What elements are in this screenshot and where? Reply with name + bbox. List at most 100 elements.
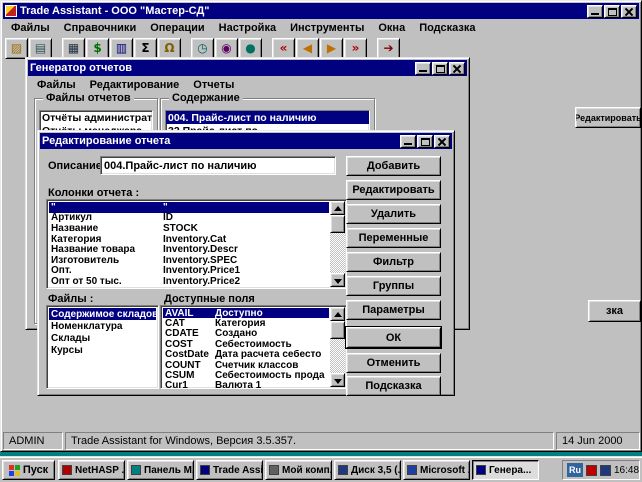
dialog-close-button[interactable]	[434, 135, 450, 148]
report-columns-list: " " Артикул ID Название STOCK Категория …	[46, 199, 347, 289]
Артикул[interactable]: Артикул ID	[49, 213, 329, 224]
side-button[interactable]: Редактировать	[346, 180, 441, 200]
help-button[interactable]: Подсказка	[346, 376, 441, 396]
tray-icon-blue[interactable]	[600, 465, 611, 476]
menu-item[interactable]: Окна	[371, 21, 412, 36]
generator-maximize-button[interactable]	[432, 62, 448, 75]
close-icon	[622, 6, 636, 17]
task-button[interactable]: Панель М...	[127, 460, 194, 480]
toolbar-icon: Ω	[164, 42, 174, 54]
menu-item[interactable]: Файлы	[30, 78, 83, 93]
scroll-thumb[interactable]	[330, 215, 345, 233]
list-item[interactable]: Отчёты администратора	[40, 111, 152, 124]
CostDate[interactable]: CostDate Дата расчета себесто	[163, 350, 329, 360]
sum-icon[interactable]: Σ	[134, 38, 157, 59]
menu-item[interactable]: Справочники	[57, 21, 144, 36]
task-button[interactable]: Мой комп...	[265, 460, 332, 480]
"[interactable]: " "	[49, 202, 329, 213]
CAT[interactable]: CAT Категория	[163, 318, 329, 328]
menu-item[interactable]: Инструменты	[283, 21, 371, 36]
nav-next-icon[interactable]: ▶	[320, 38, 343, 59]
Название товара[interactable]: Название товара Inventory.Descr	[49, 244, 329, 255]
Опт.[interactable]: Опт. Inventory.Price1	[49, 266, 329, 277]
task-button[interactable]: Диск 3,5 (...	[334, 460, 401, 480]
Категория[interactable]: Категория Inventory.Cat	[49, 234, 329, 245]
side-button[interactable]: Удалить	[346, 204, 441, 224]
help-button-partial[interactable]: зка	[588, 300, 641, 322]
calculator-icon[interactable]: ▦	[62, 38, 85, 59]
menu-item[interactable]: Операции	[143, 21, 211, 36]
ok-button[interactable]: ОК	[346, 327, 441, 348]
cancel-button[interactable]: Отменить	[346, 353, 441, 373]
task-button[interactable]: NetHASP ...	[58, 460, 125, 480]
toolbar-icon: «	[280, 42, 288, 54]
nav-last-icon[interactable]: »	[344, 38, 367, 59]
scroll-up-button[interactable]	[330, 201, 345, 215]
list-item[interactable]: Склады	[49, 332, 156, 344]
Название[interactable]: Название STOCK	[49, 223, 329, 234]
edit-report-button[interactable]: Редактировать	[575, 107, 641, 128]
task-icon	[131, 465, 141, 475]
CSUM[interactable]: CSUM Себестоимость прода	[163, 370, 329, 380]
task-button[interactable]: Trade Assi...	[196, 460, 263, 480]
list-item[interactable]: 004. Прайс-лист по наличию	[166, 111, 369, 124]
task-icon	[62, 465, 72, 475]
start-label: Пуск	[23, 464, 48, 476]
app-minimize-button[interactable]	[587, 5, 603, 18]
side-button[interactable]: Добавить	[346, 156, 441, 176]
available-fields-label: Доступные поля	[164, 293, 255, 305]
print-icon[interactable]: ▤	[29, 38, 52, 59]
files-label: Файлы :	[48, 293, 93, 305]
open-folder-icon[interactable]: ▨	[5, 38, 28, 59]
scroll-down-button[interactable]	[330, 373, 345, 387]
side-button[interactable]: Переменные	[346, 228, 441, 248]
nav-first-icon[interactable]: «	[272, 38, 295, 59]
scroll-up-button[interactable]	[330, 307, 345, 321]
COST[interactable]: COST Себестоимость	[163, 339, 329, 349]
nav-prev-icon[interactable]: ◀	[296, 38, 319, 59]
app-icon	[5, 5, 17, 17]
task-button[interactable]: Генера...	[472, 460, 539, 480]
menu-item[interactable]: Редактирование	[83, 78, 187, 93]
database-icon[interactable]: ◉	[215, 38, 238, 59]
app-close-button[interactable]	[621, 5, 637, 18]
start-button[interactable]: Пуск	[2, 460, 55, 480]
exit-icon[interactable]: ➔	[377, 38, 400, 59]
generator-close-button[interactable]	[449, 62, 465, 75]
Изготовитель[interactable]: Изготовитель Inventory.SPEC	[49, 255, 329, 266]
COUNT[interactable]: COUNT Счетчик классов	[163, 360, 329, 370]
list-item[interactable]: Содержимое складов	[49, 308, 156, 320]
description-input[interactable]	[100, 156, 336, 175]
CDATE[interactable]: CDATE Создано	[163, 329, 329, 339]
users-icon[interactable]: ●	[239, 38, 262, 59]
task-button[interactable]: Microsoft ...	[403, 460, 470, 480]
clock-icon[interactable]: ◷	[191, 38, 214, 59]
Опт от 50 тыс.[interactable]: Опт от 50 тыс. Inventory.Price2	[49, 276, 329, 287]
scroll-down-button[interactable]	[330, 273, 345, 287]
cash-icon[interactable]: $	[86, 38, 109, 59]
scroll-thumb[interactable]	[330, 321, 345, 339]
menu-item[interactable]: Настройка	[212, 21, 283, 36]
scales-icon[interactable]: Ω	[158, 38, 181, 59]
side-button[interactable]: Группы	[346, 276, 441, 296]
menu-item[interactable]: Отчеты	[186, 78, 241, 93]
generator-minimize-button[interactable]	[415, 62, 431, 75]
language-indicator[interactable]: Ru	[567, 463, 583, 477]
dialog-minimize-button[interactable]	[400, 135, 416, 148]
list-item[interactable]: Номенклатура	[49, 320, 156, 332]
menu-item[interactable]: Подсказка	[412, 21, 482, 36]
menu-item[interactable]: Файлы	[4, 21, 57, 36]
chart-icon[interactable]: ▥	[110, 38, 133, 59]
AVAIL[interactable]: AVAIL Доступно	[163, 308, 329, 318]
side-button[interactable]: Параметры	[346, 300, 441, 320]
tray-icon-red[interactable]	[586, 465, 597, 476]
dialog-side-buttons: Добавить Редактировать Удалить Переменные Фи…	[346, 156, 441, 320]
dialog-maximize-button[interactable]	[417, 135, 433, 148]
toolbar-icon: ▨	[11, 42, 22, 54]
side-button[interactable]: Фильтр	[346, 252, 441, 272]
columns-scrollbar[interactable]	[330, 201, 345, 287]
app-maximize-button[interactable]	[604, 5, 620, 18]
Cur1[interactable]: Cur1 Валюта 1	[163, 381, 329, 389]
fields-scrollbar[interactable]	[330, 307, 345, 387]
list-item[interactable]: Курсы	[49, 344, 156, 356]
